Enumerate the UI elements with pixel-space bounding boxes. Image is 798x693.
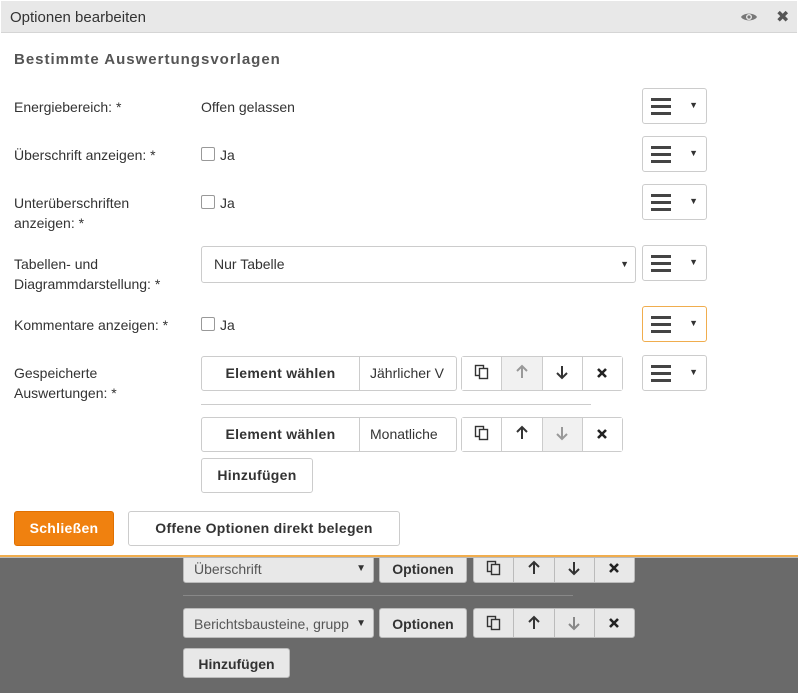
comments-checkbox-group: Ja xyxy=(201,317,235,333)
chevron-down-icon: ▼ xyxy=(356,618,366,629)
energy-label: Energiebereich: * xyxy=(14,99,122,115)
select-element-button[interactable]: Element wählen xyxy=(202,357,360,390)
chevron-down-icon: ▼ xyxy=(689,367,698,377)
hamburger-icon xyxy=(651,255,671,276)
hamburger-icon xyxy=(651,146,671,167)
saved-item-1-value: Jährlicher V xyxy=(370,365,444,381)
hamburger-icon xyxy=(651,316,671,337)
copy-icon xyxy=(474,609,515,637)
table-display-select[interactable]: Nur Tabelle ▼ xyxy=(201,246,636,283)
delete-icon xyxy=(595,554,634,582)
chevron-down-icon: ▼ xyxy=(689,148,698,158)
move-down-button[interactable] xyxy=(542,357,583,390)
arrow-up-icon xyxy=(515,364,529,383)
subheading-label-line1: Unterüberschriften xyxy=(14,195,130,211)
comments-checkbox-label[interactable]: Ja xyxy=(220,317,235,333)
heading-checkbox-label[interactable]: Ja xyxy=(220,147,235,163)
assign-open-options-button[interactable]: Offene Optionen direkt belegen xyxy=(128,511,400,546)
table-display-label: Tabellen- und Diagrammdarstellung: * xyxy=(14,254,160,294)
comments-options-dropdown[interactable]: ▼ xyxy=(642,306,707,342)
heading-checkbox-group: Ja xyxy=(201,147,235,163)
move-up-button[interactable] xyxy=(502,418,543,451)
subheading-checkbox-label[interactable]: Ja xyxy=(220,195,235,211)
subheading-label-line2: anzeigen: * xyxy=(14,215,85,231)
delete-icon xyxy=(596,366,608,382)
background-options-button-1: Optionen xyxy=(379,553,467,583)
saved-item-2-value: Monatliche xyxy=(370,426,438,442)
energy-value: Offen gelassen xyxy=(201,99,295,115)
comments-label: Kommentare anzeigen: * xyxy=(14,317,169,333)
copy-icon xyxy=(474,425,490,444)
saved-item-2-actions xyxy=(461,417,623,452)
arrow-up-icon xyxy=(514,609,555,637)
delete-icon xyxy=(595,609,634,637)
chevron-down-icon: ▼ xyxy=(356,563,366,574)
saved-item-2: Element wählen Monatliche xyxy=(201,417,457,452)
background-select-1: Überschrift ▼ xyxy=(183,553,374,583)
arrow-down-icon xyxy=(555,554,595,582)
saved-item-1: Element wählen Jährlicher V xyxy=(201,356,457,391)
background-divider xyxy=(183,595,573,596)
options-dialog: Optionen bearbeiten ✖ Bestimmte Auswertu… xyxy=(0,0,798,557)
arrow-down-icon xyxy=(555,609,595,637)
saved-item-1-actions xyxy=(461,356,623,391)
chevron-down-icon: ▼ xyxy=(689,318,698,328)
close-icon[interactable]: ✖ xyxy=(776,7,789,27)
table-display-options-dropdown[interactable]: ▼ xyxy=(642,245,707,281)
section-title: Bestimmte Auswertungsvorlagen xyxy=(14,51,281,68)
heading-label: Überschrift anzeigen: * xyxy=(14,147,156,163)
move-down-button[interactable] xyxy=(542,418,583,451)
saved-evaluations-label-line1: Gespeicherte xyxy=(14,365,98,381)
move-up-button[interactable] xyxy=(502,357,543,390)
chevron-down-icon: ▼ xyxy=(620,259,629,269)
add-saved-evaluation-button[interactable]: Hinzufügen xyxy=(201,458,313,493)
arrow-down-icon xyxy=(555,425,569,444)
energy-options-dropdown[interactable]: ▼ xyxy=(642,88,707,124)
background-options-button-2: Optionen xyxy=(379,608,467,638)
table-display-label-line1: Tabellen- und xyxy=(14,256,99,272)
chevron-down-icon: ▼ xyxy=(689,257,698,267)
dialog-title: Optionen bearbeiten xyxy=(10,9,146,26)
close-button[interactable]: Schließen xyxy=(14,511,114,546)
hamburger-icon xyxy=(651,365,671,386)
background-add-button: Hinzufügen xyxy=(183,648,290,678)
copy-button[interactable] xyxy=(462,357,503,390)
background-select-2: Berichtsbausteine, grupp ▼ xyxy=(183,608,374,638)
copy-icon xyxy=(474,364,490,383)
delete-icon xyxy=(596,427,608,443)
hamburger-icon xyxy=(651,98,671,119)
background-action-group-1 xyxy=(473,553,635,583)
saved-items-divider xyxy=(201,404,591,405)
subheading-checkbox-group: Ja xyxy=(201,195,235,211)
table-display-label-line2: Diagrammdarstellung: * xyxy=(14,276,161,292)
hamburger-icon xyxy=(651,194,671,215)
saved-evaluations-label: Gespeicherte Auswertungen: * xyxy=(14,363,117,403)
subheading-checkbox[interactable] xyxy=(201,195,215,209)
subheading-label: Unterüberschriften anzeigen: * xyxy=(14,193,129,233)
select-element-button[interactable]: Element wählen xyxy=(202,418,360,451)
table-display-select-value: Nur Tabelle xyxy=(214,256,285,272)
background-action-group-2 xyxy=(473,608,635,638)
eye-icon[interactable] xyxy=(740,10,758,26)
background-select-1-value: Überschrift xyxy=(194,561,262,577)
arrow-up-icon xyxy=(515,425,529,444)
chevron-down-icon: ▼ xyxy=(689,196,698,206)
background-select-2-value: Berichtsbausteine, grupp xyxy=(194,616,349,632)
delete-button[interactable] xyxy=(582,357,622,390)
heading-options-dropdown[interactable]: ▼ xyxy=(642,136,707,172)
comments-checkbox[interactable] xyxy=(201,317,215,331)
arrow-down-icon xyxy=(555,364,569,383)
chevron-down-icon: ▼ xyxy=(689,100,698,110)
heading-checkbox[interactable] xyxy=(201,147,215,161)
subheading-options-dropdown[interactable]: ▼ xyxy=(642,184,707,220)
saved-evaluations-options-dropdown[interactable]: ▼ xyxy=(642,355,707,391)
saved-evaluations-label-line2: Auswertungen: * xyxy=(14,385,117,401)
copy-button[interactable] xyxy=(462,418,503,451)
arrow-up-icon xyxy=(514,554,555,582)
copy-icon xyxy=(474,554,515,582)
delete-button[interactable] xyxy=(582,418,622,451)
